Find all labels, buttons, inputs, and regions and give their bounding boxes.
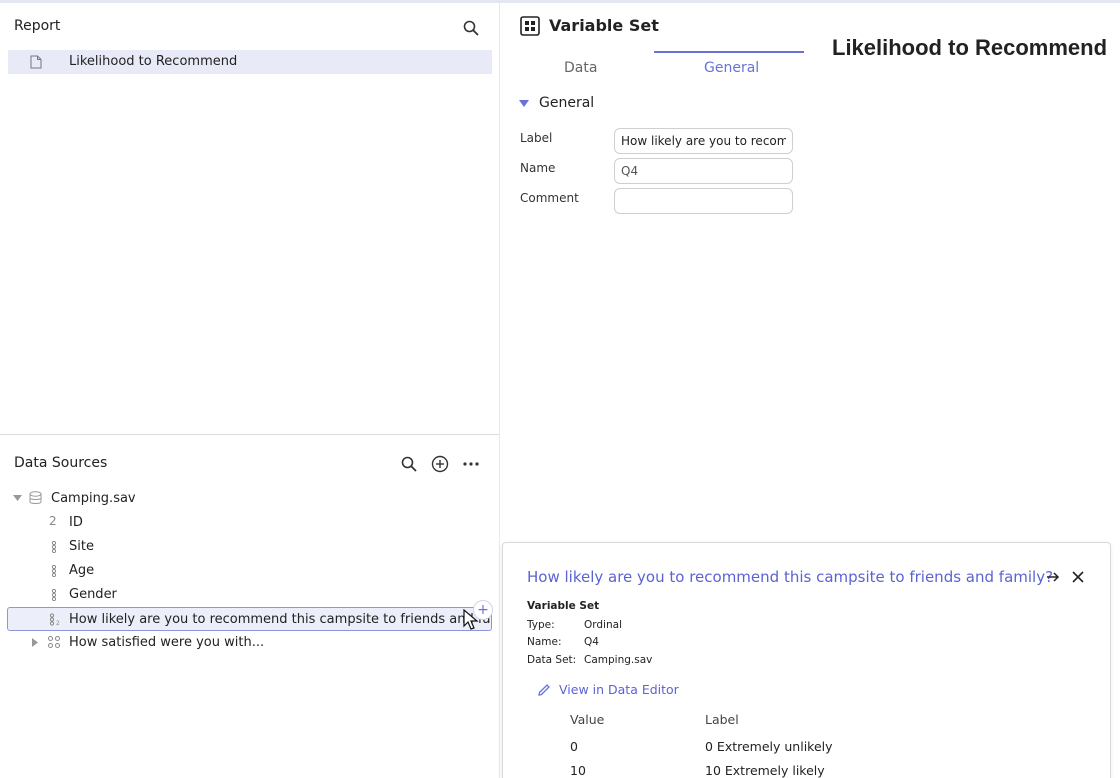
meta-key: Type:	[527, 619, 555, 631]
tree-row-camping[interactable]: Camping.sav	[10, 487, 490, 511]
svg-text:2: 2	[56, 620, 60, 626]
meta-value: Camping.sav	[584, 654, 653, 666]
tree-row-age[interactable]: Age	[40, 559, 480, 583]
data-sources-title: Data Sources	[14, 455, 108, 471]
tab-data[interactable]: Data	[564, 60, 597, 76]
active-tab-indicator	[654, 51, 804, 53]
section-general-title[interactable]: General	[539, 95, 594, 111]
add-circle-icon[interactable]	[431, 455, 449, 473]
more-icon[interactable]	[462, 455, 480, 473]
view-in-data-editor-label: View in Data Editor	[559, 682, 679, 697]
numeric-icon: 2	[49, 514, 57, 528]
comment-field[interactable]	[614, 188, 793, 214]
variable-label: Age	[69, 563, 95, 578]
variable-label: How likely are you to recommend this cam…	[69, 612, 492, 627]
meta-key: Data Set:	[527, 654, 577, 666]
popup-title[interactable]: How likely are you to recommend this cam…	[527, 568, 1053, 586]
ordinal-icon: 2	[49, 613, 60, 626]
variable-label: Site	[69, 539, 94, 554]
table-cell-value: 0	[570, 739, 578, 754]
report-item-label: Likelihood to Recommend	[69, 54, 238, 69]
variable-label: Gender	[69, 587, 117, 602]
document-icon	[30, 55, 42, 69]
report-item-likelihood[interactable]: Likelihood to Recommend	[8, 50, 492, 74]
search-icon[interactable]	[462, 19, 480, 37]
name-caption: Name	[520, 161, 556, 175]
table-cell-label: 10 Extremely likely	[705, 763, 825, 778]
label-caption: Label	[520, 131, 553, 145]
variable-label: How satisfied were you with...	[69, 635, 265, 650]
caret-right-icon[interactable]	[32, 638, 39, 647]
table-cell-label: 0 Extremely unlikely	[705, 739, 833, 754]
tree-row-satisfied[interactable]: How satisfied were you with...	[28, 631, 488, 655]
search-icon[interactable]	[400, 455, 418, 473]
database-icon	[29, 491, 42, 504]
variable-set-title: Variable Set	[549, 16, 659, 35]
section-caret-icon[interactable]	[519, 100, 529, 108]
grid-icon	[520, 16, 540, 36]
meta-value: Q4	[584, 636, 599, 648]
categorical-icon	[51, 589, 57, 601]
close-icon[interactable]	[1071, 570, 1085, 584]
tree-row-id[interactable]: 2 ID	[40, 511, 480, 535]
table-cell-value: 10	[570, 763, 586, 778]
report-panel: Report Likelihood to Recommend	[0, 3, 500, 435]
cursor-icon	[463, 609, 479, 630]
tab-general[interactable]: General	[704, 60, 759, 76]
report-panel-title: Report	[14, 18, 61, 34]
tree-row-likelihood-selected[interactable]: 2 How likely are you to recommend this c…	[7, 607, 492, 631]
variable-set-icon	[48, 636, 60, 648]
column-header-label: Label	[705, 712, 739, 727]
popup-subtitle: Variable Set	[527, 600, 600, 612]
categorical-icon	[51, 565, 57, 577]
variable-info-popup: How likely are you to recommend this cam…	[502, 542, 1111, 778]
page-heading: Likelihood to Recommend	[832, 35, 1108, 60]
categorical-icon	[51, 541, 57, 553]
data-file-name: Camping.sav	[51, 491, 136, 506]
variable-label: ID	[69, 515, 83, 530]
pencil-icon	[538, 684, 550, 696]
comment-caption: Comment	[520, 191, 579, 205]
tree-row-site[interactable]: Site	[40, 535, 480, 559]
tree-row-gender[interactable]: Gender	[40, 583, 480, 607]
meta-value: Ordinal	[584, 619, 622, 631]
arrow-right-icon[interactable]	[1045, 569, 1061, 585]
caret-down-icon[interactable]	[13, 495, 22, 502]
name-field[interactable]	[614, 158, 793, 184]
meta-key: Name:	[527, 636, 562, 648]
label-field[interactable]	[614, 128, 793, 154]
column-header-value: Value	[570, 712, 605, 727]
